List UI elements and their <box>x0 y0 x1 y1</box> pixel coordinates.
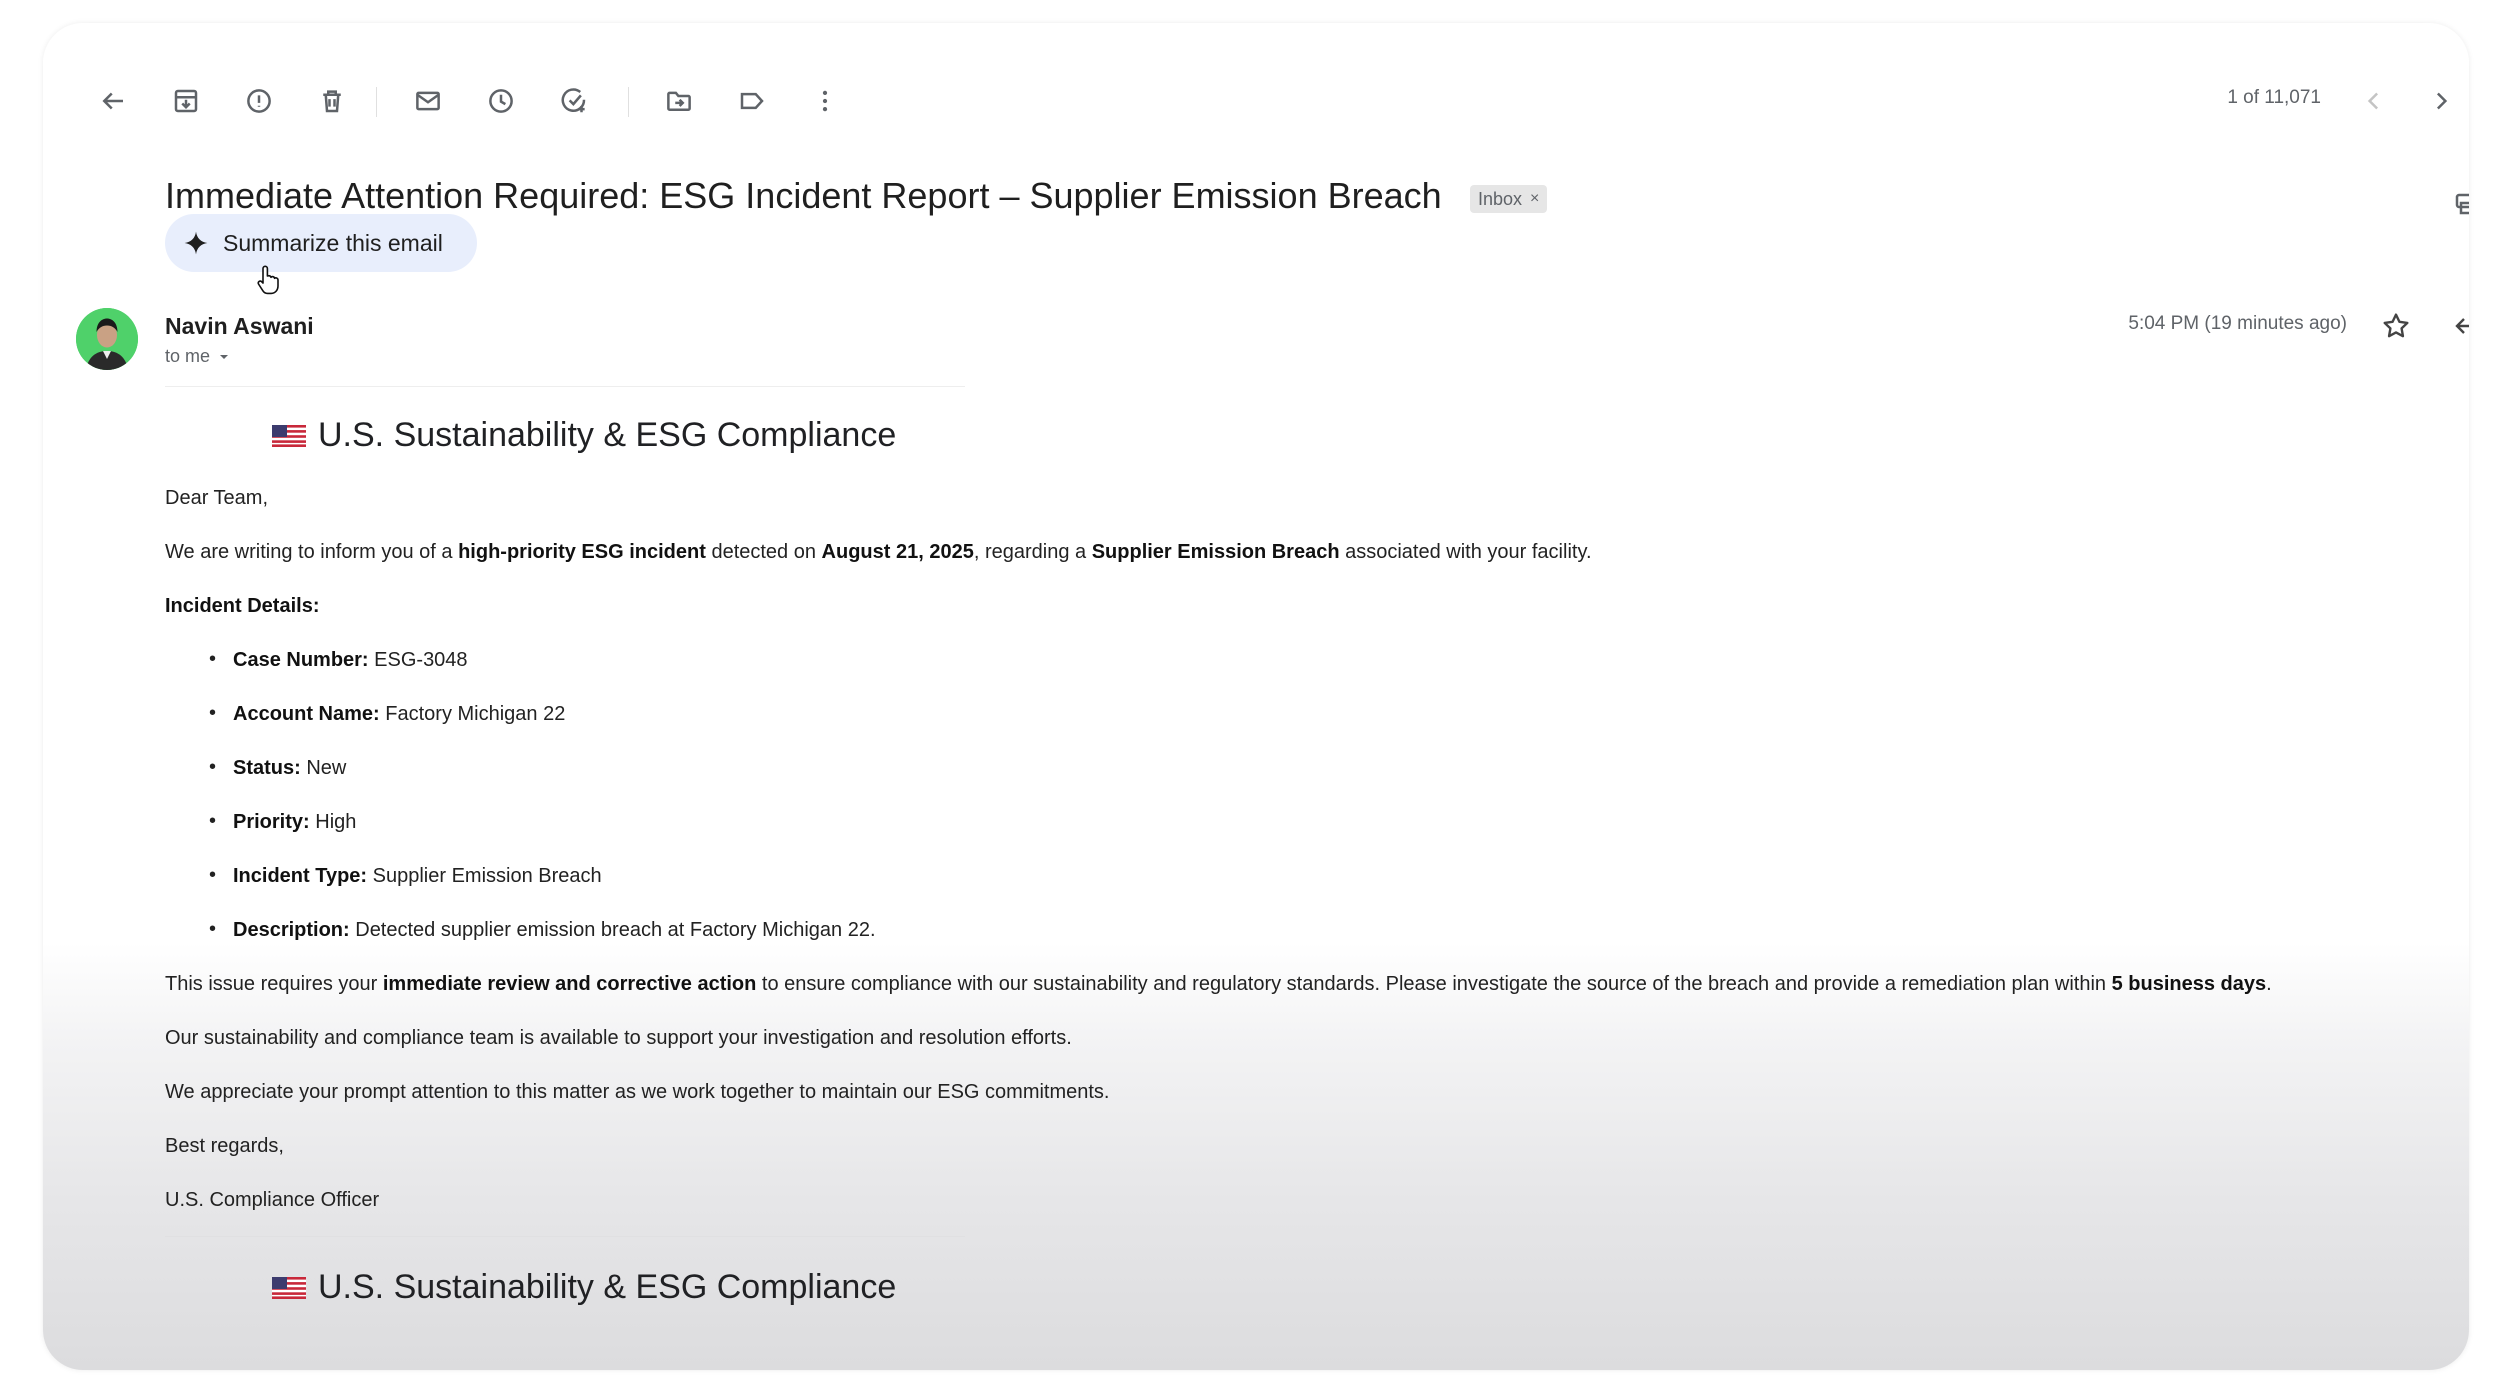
star-icon[interactable] <box>2380 310 2412 342</box>
inbox-label-chip: Inbox × <box>1470 185 1548 213</box>
more-vert-icon[interactable] <box>807 83 843 119</box>
action-paragraph: This issue requires your immediate revie… <box>165 973 2272 995</box>
summarize-label: Summarize this email <box>223 229 443 256</box>
email-window: 1 of 11,071 Immediate Attention Required… <box>43 23 2469 1370</box>
detail-priority: Priority: High <box>209 810 356 834</box>
toolbar-divider <box>376 87 377 117</box>
email-timestamp: 5:04 PM (19 minutes ago) <box>2128 313 2347 334</box>
detail-case-number: Case Number: ESG-3048 <box>209 648 468 672</box>
support-paragraph: Our sustainability and compliance team i… <box>165 1027 1072 1049</box>
report-spam-icon[interactable] <box>241 83 277 119</box>
compliance-banner: U.S. Sustainability & ESG Compliance <box>272 416 896 455</box>
footer-compliance-banner: U.S. Sustainability & ESG Compliance <box>272 1268 896 1307</box>
toolbar-divider <box>628 87 629 117</box>
appreciation-paragraph: We appreciate your prompt attention to t… <box>165 1081 1110 1103</box>
footer-banner-title: U.S. Sustainability & ESG Compliance <box>318 1268 897 1306</box>
detail-description: Description: Detected supplier emission … <box>209 918 875 942</box>
back-arrow-icon[interactable] <box>95 83 131 119</box>
us-flag-icon <box>272 1276 306 1299</box>
archive-icon[interactable] <box>168 83 204 119</box>
hand-cursor-icon <box>254 263 284 297</box>
inbox-label-text: Inbox <box>1478 188 1523 209</box>
label-icon[interactable] <box>734 83 770 119</box>
detail-incident-type: Incident Type: Supplier Emission Breach <box>209 864 602 888</box>
recipient-text: to me <box>165 346 211 366</box>
greeting: Dear Team, <box>165 487 269 509</box>
signature-line: U.S. Compliance Officer <box>165 1189 380 1211</box>
remove-label-icon[interactable]: × <box>1530 190 1539 208</box>
email-toolbar: 1 of 11,071 <box>43 23 2469 143</box>
pager-count: 1 of 11,071 <box>2227 87 2321 108</box>
chevron-down-icon <box>220 354 229 359</box>
email-subject: Immediate Attention Required: ESG Incide… <box>165 175 1442 216</box>
recipient-details-toggle[interactable]: to me <box>165 346 230 367</box>
detail-account-name: Account Name: Factory Michigan 22 <box>209 702 565 726</box>
reply-icon[interactable] <box>2451 311 2469 341</box>
move-to-icon[interactable] <box>661 83 697 119</box>
sender-name[interactable]: Navin Aswani <box>165 313 314 340</box>
closing-line: Best regards, <box>165 1135 284 1157</box>
add-to-tasks-icon[interactable] <box>556 83 592 119</box>
banner-divider <box>165 386 965 387</box>
print-icon[interactable] <box>2451 183 2469 219</box>
detail-status: Status: New <box>209 756 346 780</box>
banner-title: U.S. Sustainability & ESG Compliance <box>318 416 897 454</box>
gemini-sparkle-icon <box>183 230 209 256</box>
us-flag-icon <box>272 424 306 447</box>
snooze-icon[interactable] <box>483 83 519 119</box>
footer-divider <box>165 1236 965 1237</box>
delete-icon[interactable] <box>314 83 350 119</box>
mark-unread-icon[interactable] <box>410 83 446 119</box>
summarize-email-button[interactable]: Summarize this email <box>165 214 477 272</box>
older-chevron-icon[interactable] <box>2423 83 2459 119</box>
sender-avatar[interactable] <box>76 308 138 370</box>
intro-paragraph: We are writing to inform you of a high-p… <box>165 541 1592 563</box>
details-heading: Incident Details: <box>165 595 320 617</box>
newer-chevron-icon[interactable] <box>2356 83 2392 119</box>
